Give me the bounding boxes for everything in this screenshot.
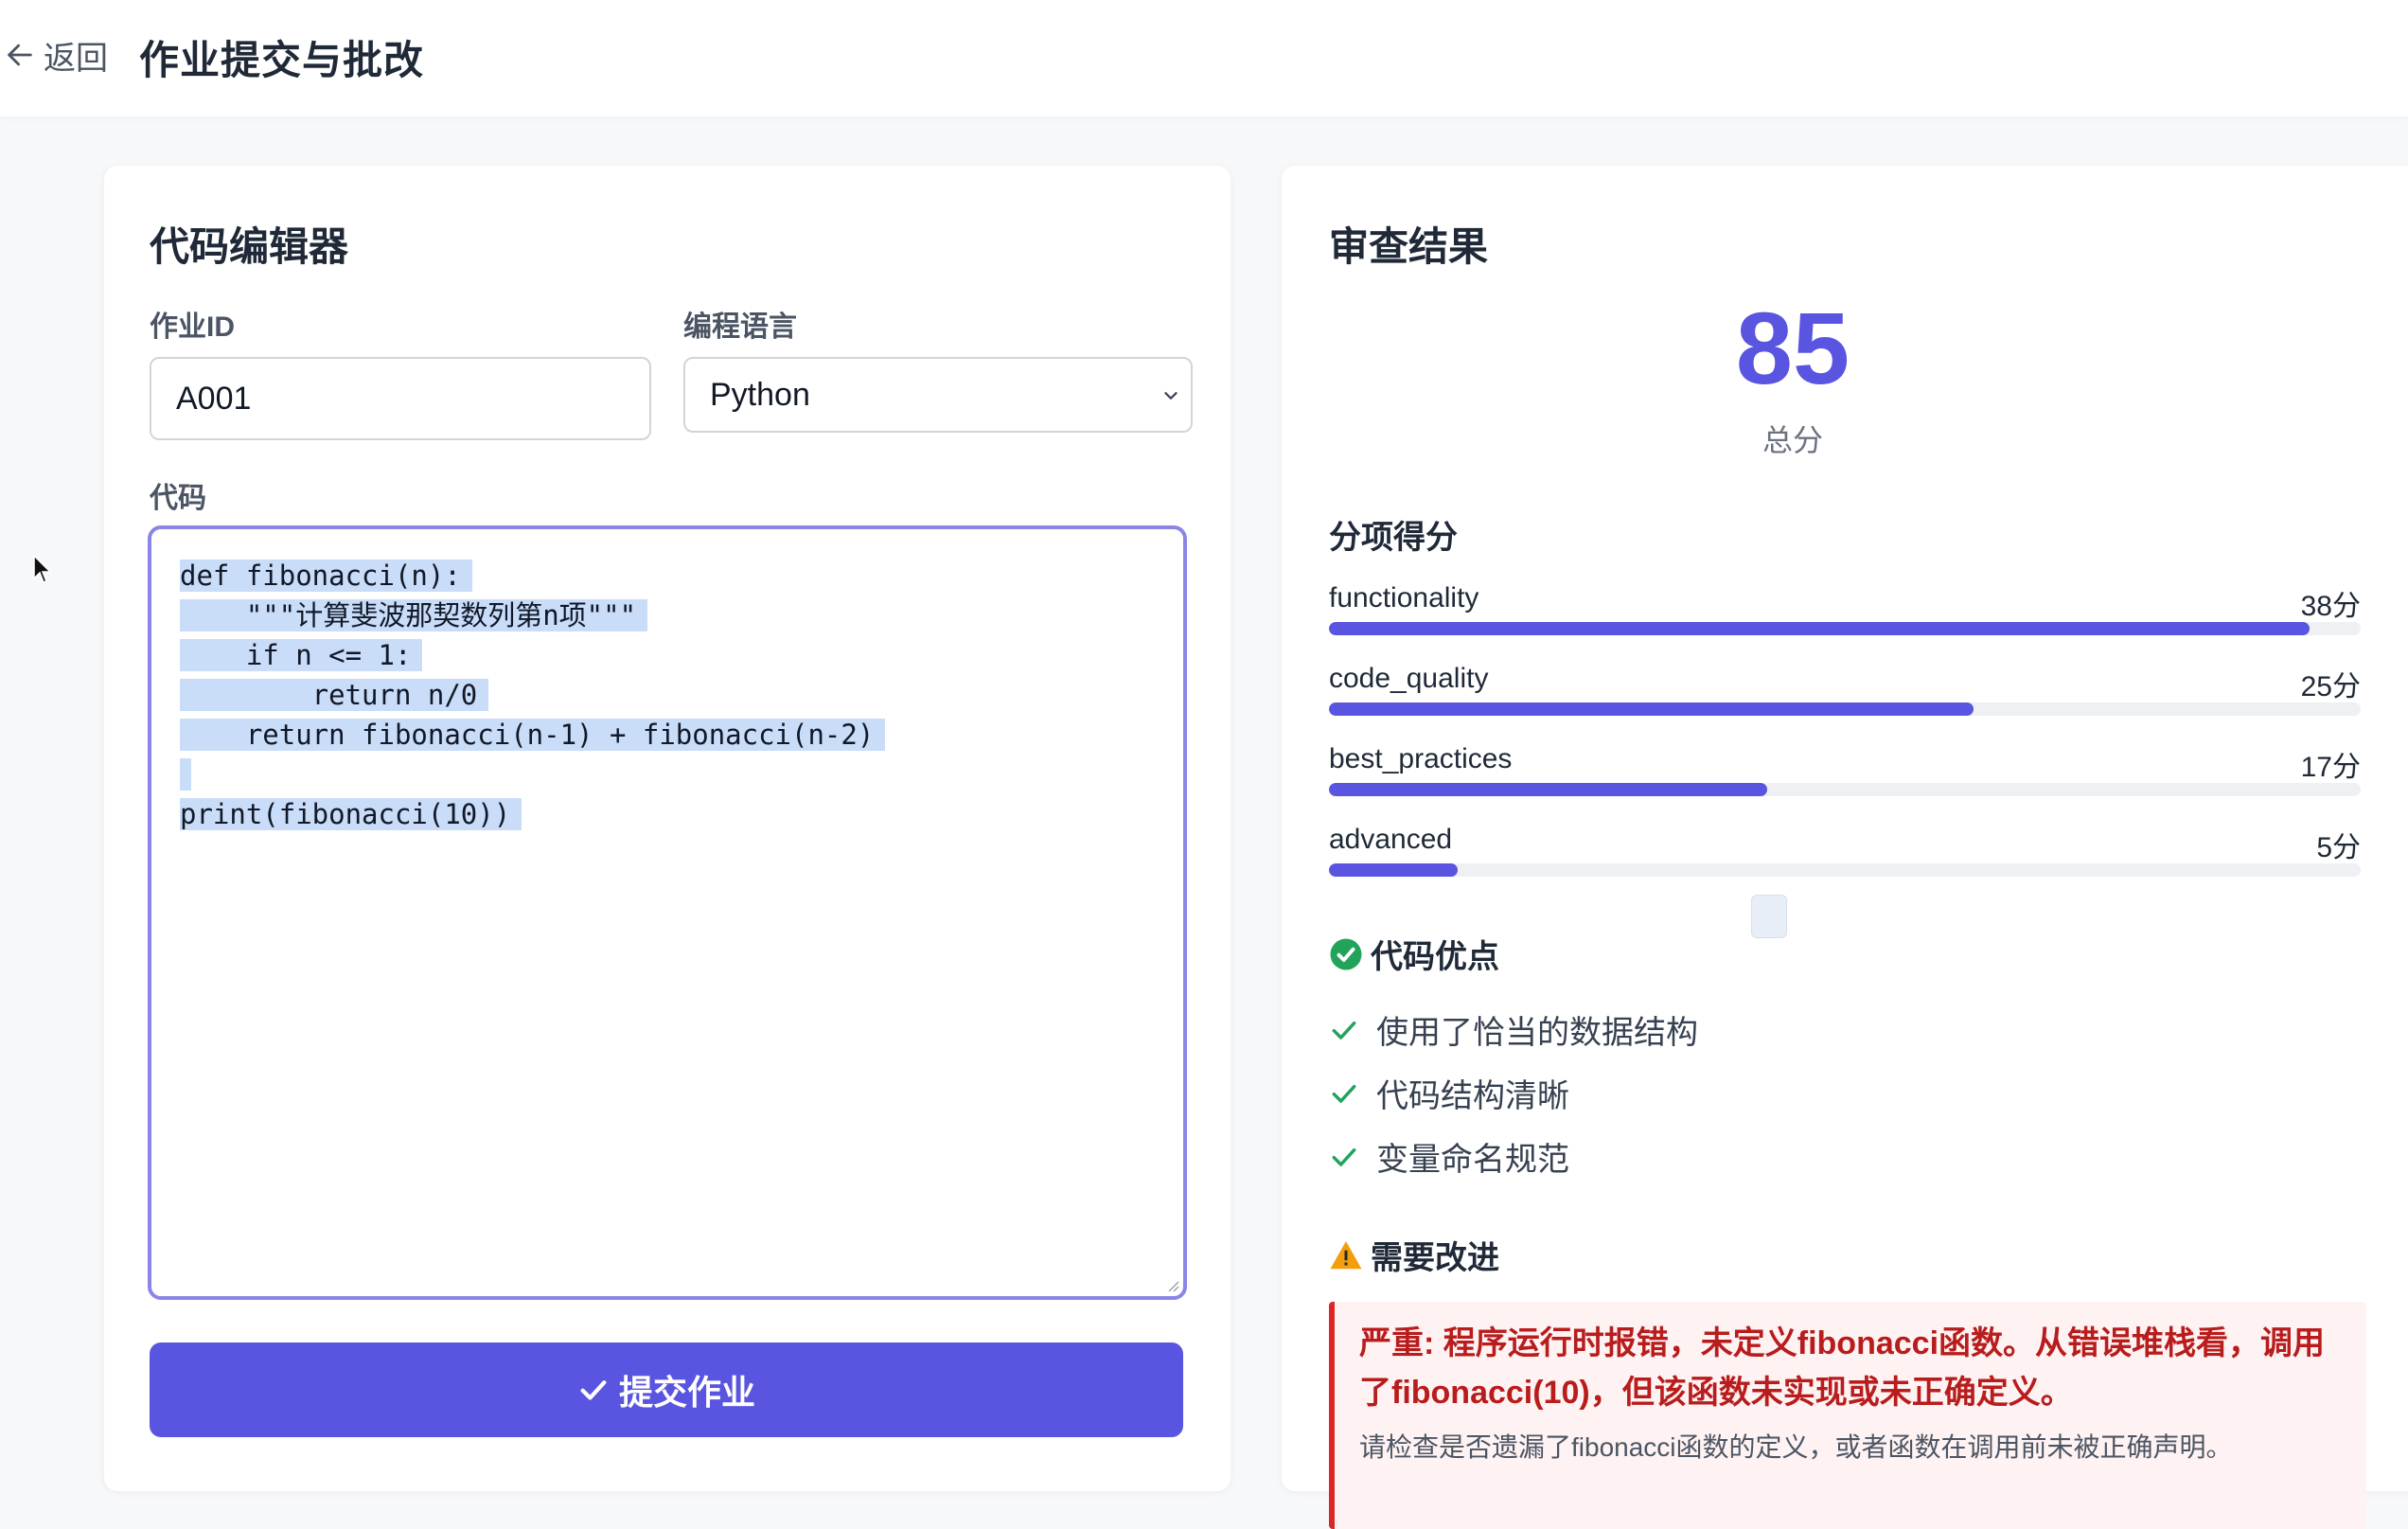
score-bar-track <box>1329 702 2361 716</box>
score-bar-fill <box>1329 863 1459 877</box>
assignment-id-label: 作业ID <box>150 311 235 343</box>
strength-text: 变量命名规范 <box>1376 1142 1569 1178</box>
score-bar-track <box>1329 622 2361 635</box>
language-value: Python <box>710 376 810 413</box>
code-line: return fibonacci(n-1) + fibonacci(n-2) <box>180 715 886 755</box>
back-link[interactable]: 返回 <box>4 34 108 77</box>
code-line: return n/0 <box>180 675 885 715</box>
back-label: 返回 <box>44 40 108 77</box>
drag-handle[interactable] <box>1751 895 1787 938</box>
score-row-code-quality: code_quality 25分 <box>1329 663 2361 720</box>
score-bar-track <box>1329 783 2361 796</box>
score-bar-fill <box>1329 702 1974 716</box>
breakdown-title: 分项得分 <box>1329 520 1458 556</box>
strengths-title: 代码优点 <box>1329 931 1499 977</box>
score-bar-fill <box>1329 783 1768 796</box>
score-value: 25分 <box>2300 671 2361 702</box>
arrow-left-icon <box>8 44 32 66</box>
code-line: def fibonacci(n): <box>180 556 885 596</box>
strength-text: 使用了恰当的数据结构 <box>1376 1015 1698 1051</box>
score-name: functionality <box>1329 582 1479 613</box>
language-label: 编程语言 <box>683 311 797 343</box>
assignment-id-value: A001 <box>176 380 252 417</box>
check-icon <box>580 1380 607 1400</box>
score-row-functionality: functionality 38分 <box>1329 582 2361 639</box>
check-circle-icon <box>1330 938 1362 969</box>
improvement-sub-text: 请检查是否遗漏了fibonacci函数的定义，或者函数在调用前未被正确声明。 <box>1359 1432 2233 1462</box>
chevron-down-icon <box>1164 392 1177 400</box>
score-value: 17分 <box>2300 752 2361 783</box>
page-title: 作业提交与批改 <box>139 38 425 82</box>
score-name: best_practices <box>1329 743 1513 774</box>
assignment-id-input[interactable]: A001 <box>150 357 651 440</box>
strengths-title-text: 代码优点 <box>1371 939 1499 975</box>
strength-item: 代码结构清晰 <box>1329 1070 1569 1116</box>
warning-icon <box>1330 1240 1362 1269</box>
code-content: def fibonacci(n): """计算斐波那契数列第n项""" if n… <box>180 556 886 834</box>
score-bar-fill <box>1329 622 2310 635</box>
submit-button[interactable]: 提交作业 <box>150 1342 1183 1437</box>
score-name: advanced <box>1329 824 1453 855</box>
total-score-label: 总分 <box>1762 423 1823 457</box>
code-line: if n <= 1: <box>180 635 885 675</box>
score-value: 5分 <box>2316 832 2361 863</box>
score-row-advanced: advanced 5分 <box>1329 824 2361 880</box>
strength-text: 代码结构清晰 <box>1376 1078 1569 1114</box>
check-icon <box>1332 1084 1356 1103</box>
check-icon <box>1332 1021 1356 1040</box>
score-name: code_quality <box>1329 663 1489 694</box>
code-line <box>180 755 885 794</box>
code-line: print(fibonacci(10)) <box>180 794 885 834</box>
improvements-title-text: 需要改进 <box>1371 1240 1499 1276</box>
improvement-alert: 严重: 程序运行时报错，未定义fibonacci函数。从错误堆栈看，调用了fib… <box>1329 1302 2366 1529</box>
resize-grip-icon[interactable] <box>1164 1277 1179 1292</box>
code-editor-card: 代码编辑器 作业ID A001 编程语言 Python 代码 def fibon… <box>104 166 1231 1491</box>
check-icon <box>1332 1147 1356 1166</box>
score-row-best-practices: best_practices 17分 <box>1329 743 2361 800</box>
submit-label: 提交作业 <box>618 1373 755 1412</box>
review-card-title: 审查结果 <box>1329 224 1489 269</box>
language-select[interactable]: Python <box>683 357 1193 433</box>
mouse-cursor-icon <box>33 554 52 583</box>
score-bar-track <box>1329 863 2361 877</box>
top-bar: 返回 作业提交与批改 <box>0 0 2408 116</box>
strength-item: 变量命名规范 <box>1329 1133 1569 1180</box>
total-score: 85 <box>1735 291 1850 405</box>
review-result-card: 审查结果 85 总分 分项得分 functionality 38分 code_q… <box>1282 166 2408 1529</box>
editor-card-title: 代码编辑器 <box>150 224 349 269</box>
code-label: 代码 <box>150 483 206 514</box>
code-line: """计算斐波那契数列第n项""" <box>180 596 885 635</box>
score-value: 38分 <box>2300 591 2361 622</box>
strength-item: 使用了恰当的数据结构 <box>1329 1006 1698 1053</box>
improvements-title: 需要改进 <box>1329 1232 1499 1278</box>
code-textarea[interactable]: def fibonacci(n): """计算斐波那契数列第n项""" if n… <box>148 525 1187 1300</box>
improvement-main-text: 严重: 程序运行时报错，未定义fibonacci函数。从错误堆栈看，调用了fib… <box>1359 1325 2326 1411</box>
